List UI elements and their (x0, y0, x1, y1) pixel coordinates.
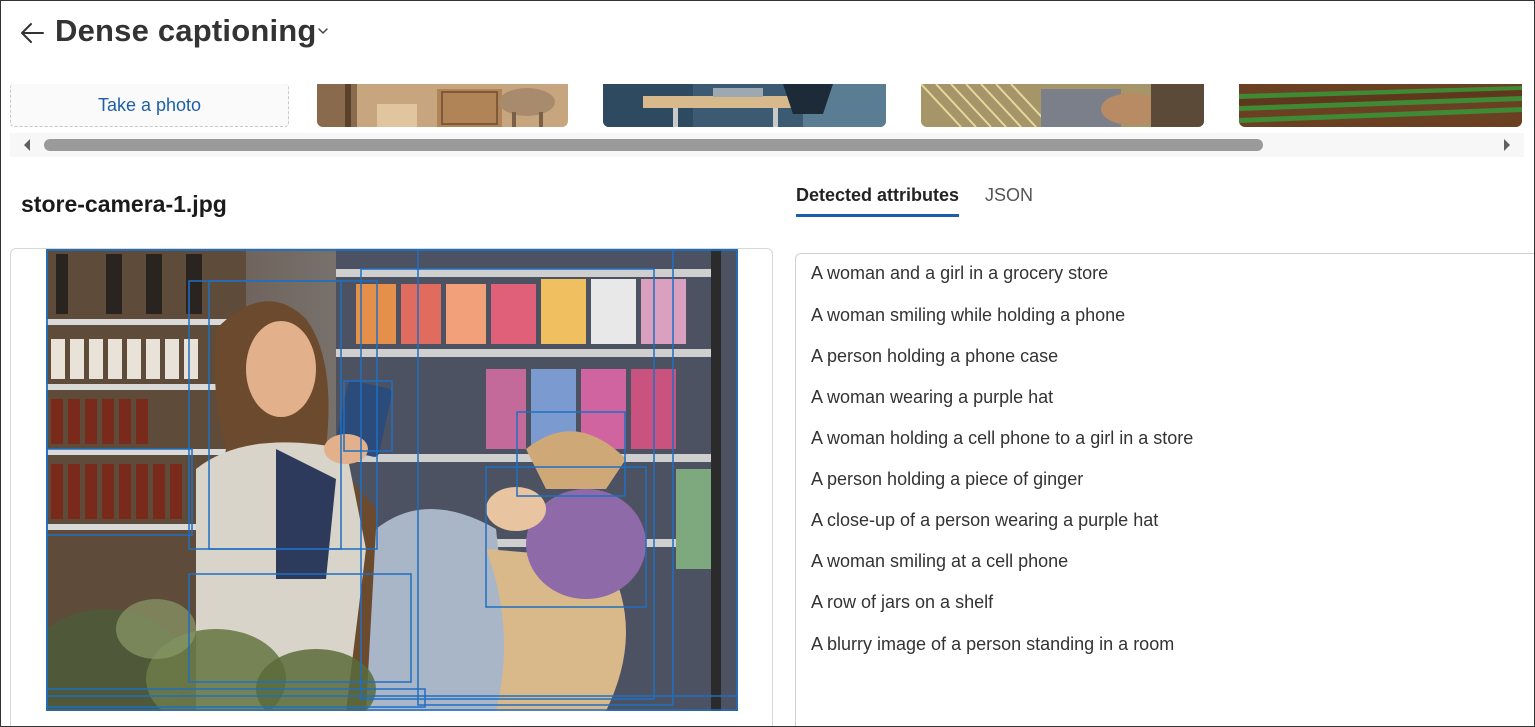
file-name-heading: store-camera-1.jpg (21, 191, 227, 217)
store-photo (46, 249, 738, 711)
take-photo-button[interactable]: Take a photo (10, 84, 289, 127)
gallery-scrollbar[interactable] (10, 133, 1524, 157)
back-arrow-icon[interactable] (17, 18, 47, 48)
caption-item[interactable]: A person holding a phone case (811, 346, 1058, 367)
scroll-right-arrow-icon[interactable] (1502, 138, 1512, 152)
scroll-left-arrow-icon[interactable] (22, 138, 32, 152)
scrollbar-thumb[interactable] (44, 139, 1263, 151)
caption-item[interactable]: A person holding a piece of ginger (811, 469, 1083, 490)
page-title: Dense captioning (55, 13, 317, 48)
caption-item[interactable]: A blurry image of a person standing in a… (811, 634, 1174, 655)
caption-item[interactable]: A woman holding a cell phone to a girl i… (811, 428, 1193, 449)
caption-item[interactable]: A close-up of a person wearing a purple … (811, 510, 1158, 531)
sample-thumbnail-cat[interactable] (317, 84, 568, 127)
caption-item[interactable]: A woman wearing a purple hat (811, 387, 1053, 408)
chevron-down-icon[interactable] (316, 24, 330, 38)
tab-json[interactable]: JSON (985, 185, 1033, 214)
sample-thumbnail-field[interactable] (1239, 84, 1522, 127)
app-window: Dense captioning Take a photo store-came… (0, 0, 1535, 727)
tab-detected-attributes[interactable]: Detected attributes (796, 185, 960, 217)
sample-gallery: Take a photo (10, 84, 1524, 128)
sample-thumbnail-loom[interactable] (921, 84, 1204, 127)
caption-item[interactable]: A row of jars on a shelf (811, 592, 993, 613)
caption-item[interactable]: A woman and a girl in a grocery store (811, 263, 1108, 284)
captions-list: A woman and a girl in a grocery store A … (795, 253, 1534, 726)
caption-item[interactable]: A woman smiling at a cell phone (811, 551, 1068, 572)
image-preview-panel (10, 248, 773, 726)
sample-thumbnail-office[interactable] (603, 84, 886, 127)
caption-item[interactable]: A woman smiling while holding a phone (811, 305, 1125, 326)
